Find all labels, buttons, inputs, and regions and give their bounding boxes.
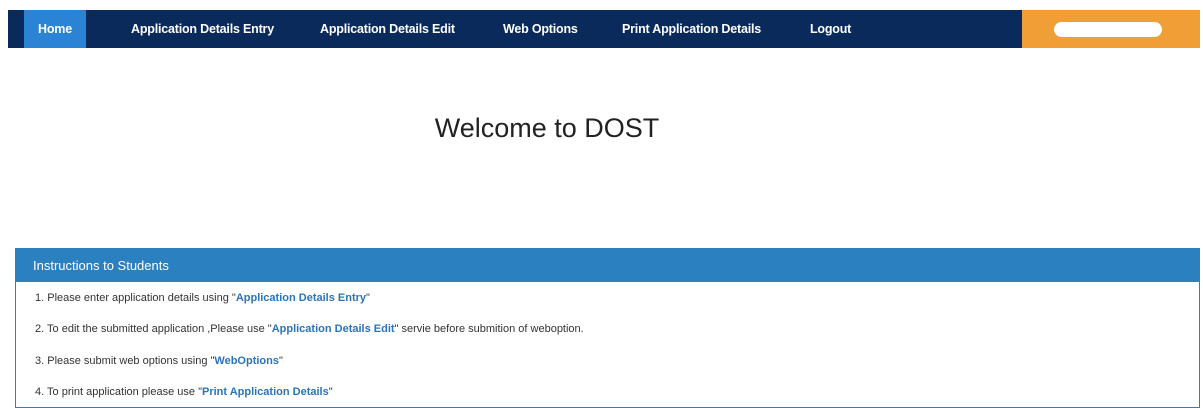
instruction-item: 4. To print application please use "Prin… xyxy=(35,386,333,398)
link-print-application-details[interactable]: Print Application Details xyxy=(202,386,329,398)
link-web-options[interactable]: WebOptions xyxy=(214,355,279,367)
instruction-text: " xyxy=(328,386,333,398)
instruction-text: " xyxy=(278,355,283,367)
instructions-header: Instructions to Students xyxy=(16,249,1199,282)
instruction-text: " servie before submition of weboption. xyxy=(394,323,584,335)
nav-application-details-edit[interactable]: Application Details Edit xyxy=(320,10,455,48)
instruction-text: 3. Please submit web options using " xyxy=(35,355,215,367)
nav-web-options[interactable]: Web Options xyxy=(503,10,578,48)
nav-application-details-entry[interactable]: Application Details Entry xyxy=(131,10,274,48)
instruction-text: 1. Please enter application details usin… xyxy=(35,292,236,304)
top-navbar: Home Application Details Entry Applicati… xyxy=(8,10,1200,48)
page-title: Welcome to DOST xyxy=(434,113,660,143)
instruction-text: " xyxy=(366,292,370,304)
instruction-item: 3. Please submit web options using "WebO… xyxy=(35,355,283,367)
user-area xyxy=(1022,10,1200,48)
link-application-details-entry[interactable]: Application Details Entry xyxy=(236,292,366,304)
nav-print-application-details[interactable]: Print Application Details xyxy=(622,10,761,48)
nav-home[interactable]: Home xyxy=(24,10,86,48)
instruction-item: 1. Please enter application details usin… xyxy=(35,292,370,304)
instructions-panel: Instructions to Students 1. Please enter… xyxy=(15,248,1200,408)
nav-logout[interactable]: Logout xyxy=(810,10,851,48)
instruction-item: 2. To edit the submitted application ,Pl… xyxy=(35,323,584,335)
redacted-username-mask xyxy=(1054,22,1162,37)
instruction-text: 2. To edit the submitted application ,Pl… xyxy=(35,323,272,335)
instruction-text: 4. To print application please use " xyxy=(35,386,202,398)
link-application-details-edit[interactable]: Application Details Edit xyxy=(272,323,395,335)
